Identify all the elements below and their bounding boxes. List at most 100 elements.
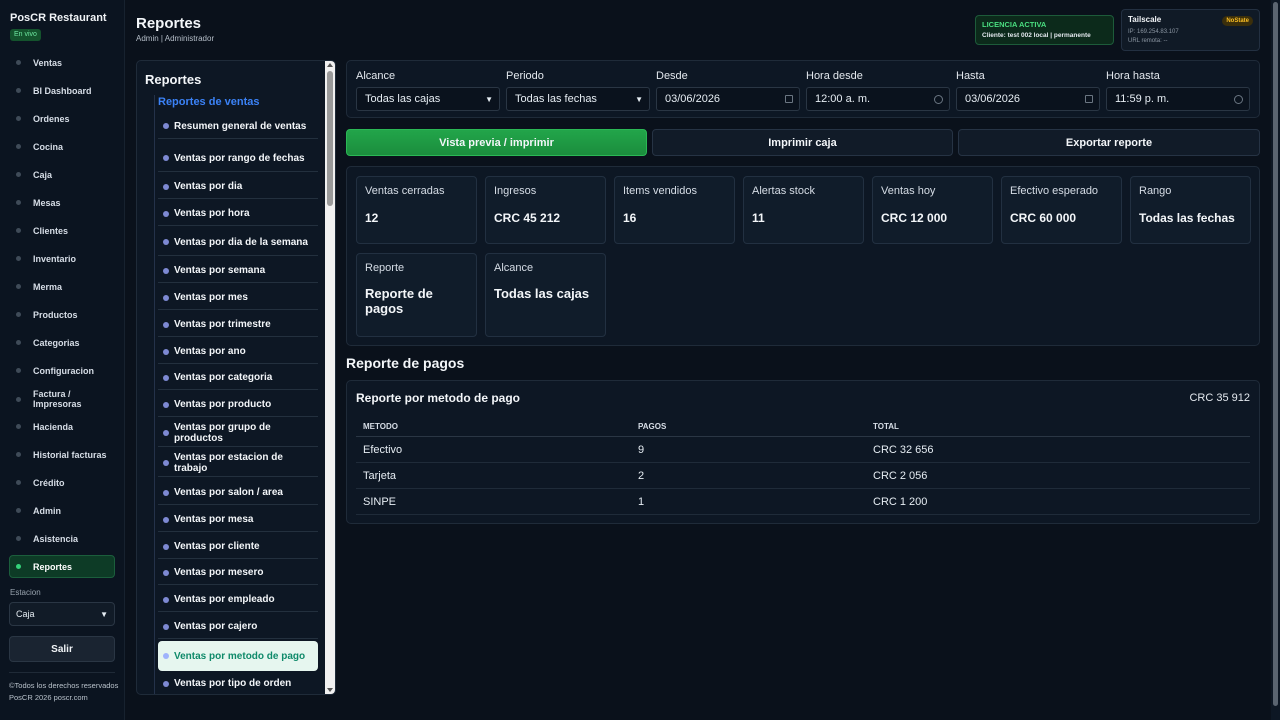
periodo-select[interactable]: Todas las fechas ▼ <box>506 87 650 111</box>
sidebar-item-historial-facturas[interactable]: Historial facturas <box>9 443 115 466</box>
report-item-label: Ventas por rango de fechas <box>174 152 305 164</box>
report-item-label: Ventas por ano <box>174 346 246 357</box>
tailscale-url: URL remota: -- <box>1128 38 1168 44</box>
hasta-date-input[interactable]: 03/06/2026 <box>956 87 1100 111</box>
report-item-label: Ventas por estacion de trabajo <box>174 452 283 474</box>
export-report-button[interactable]: Exportar reporte <box>958 129 1260 156</box>
chevron-down-icon: ▼ <box>635 94 643 104</box>
sidebar-item-clientes[interactable]: Clientes <box>9 219 115 242</box>
dot-icon <box>163 623 169 630</box>
report-item[interactable]: Ventas por semana <box>158 259 318 283</box>
sidebar-item-reportes[interactable]: Reportes <box>9 555 115 578</box>
sidebar-item-merma[interactable]: Merma <box>9 275 115 298</box>
page-scrollbar[interactable] <box>1271 0 1280 720</box>
report-item[interactable]: Ventas por mesa <box>158 508 318 532</box>
table-row: Tarjeta 2 CRC 2 056 <box>356 463 1250 489</box>
dot-icon <box>16 312 21 317</box>
scroll-down-icon[interactable] <box>327 688 333 692</box>
dot-icon <box>16 480 21 485</box>
report-item[interactable]: Ventas por dia de la semana <box>158 229 318 256</box>
station-select[interactable]: Caja ▼ <box>9 602 115 626</box>
report-item[interactable]: Ventas por empleado <box>158 588 318 612</box>
scroll-thumb[interactable] <box>327 71 333 206</box>
report-item[interactable]: Ventas por trimestre <box>158 313 318 337</box>
sidebar-item-configuracion[interactable]: Configuracion <box>9 359 115 382</box>
hora-hasta-input[interactable]: 11:59 p. m. <box>1106 87 1250 111</box>
print-box-button[interactable]: Imprimir caja <box>652 129 953 156</box>
report-item[interactable]: Ventas por ano <box>158 340 318 364</box>
report-item[interactable]: Ventas por metodo de pago <box>158 641 318 671</box>
page-scroll-thumb[interactable] <box>1273 2 1278 706</box>
report-item[interactable]: Resumen general de ventas <box>158 114 318 139</box>
alcance-select[interactable]: Todas las cajas ▼ <box>356 87 500 111</box>
tailscale-card: Tailscale NoState IP: 169.254.83.107 URL… <box>1121 9 1260 51</box>
dot-icon <box>16 452 21 457</box>
hora-desde-input[interactable]: 12:00 a. m. <box>806 87 950 111</box>
column-header-metodo: METODO <box>363 422 398 431</box>
report-item-label: Ventas por grupo de productos <box>174 422 271 444</box>
dot-icon <box>163 155 169 161</box>
sidebar-item-mesas[interactable]: Mesas <box>9 191 115 214</box>
sidebar-item-caja[interactable]: Caja <box>9 163 115 186</box>
sidebar-item-credito[interactable]: Crédito <box>9 471 115 494</box>
report-item[interactable]: Ventas por mes <box>158 286 318 310</box>
filters-panel: Alcance Todas las cajas ▼ Periodo Todas l… <box>346 60 1260 118</box>
reports-scrollbar[interactable] <box>325 61 335 694</box>
sidebar-item-cocina[interactable]: Cocina <box>9 135 115 158</box>
report-item-label: Ventas por salon / area <box>174 487 283 498</box>
license-detail: Cliente: test 002 local | permanente <box>982 32 1091 39</box>
report-item[interactable]: Ventas por salon / area <box>158 481 318 505</box>
dot-icon <box>163 348 169 355</box>
sidebar-item-ventas[interactable]: Ventas <box>9 51 115 74</box>
preview-print-button[interactable]: Vista previa / imprimir <box>346 129 647 156</box>
clock-icon[interactable] <box>1234 94 1243 104</box>
sidebar-item-inventario[interactable]: Inventario <box>9 247 115 270</box>
dot-icon <box>16 564 21 569</box>
report-item[interactable]: Ventas por dia <box>158 175 318 199</box>
dot-icon <box>16 368 21 373</box>
report-item-label: Ventas por trimestre <box>174 319 271 330</box>
kpi-items-vendidos: Items vendidos 16 <box>614 176 735 244</box>
report-item[interactable]: Ventas por estacion de trabajo <box>158 450 318 477</box>
report-group-ventas[interactable]: Reportes de ventas <box>158 96 259 108</box>
calendar-icon[interactable] <box>785 95 793 103</box>
dot-icon <box>16 172 21 177</box>
report-item[interactable]: Ventas por cajero <box>158 615 318 639</box>
group-divider <box>154 95 155 694</box>
calendar-icon[interactable] <box>1085 95 1093 103</box>
report-item[interactable]: Ventas por rango de fechas <box>158 145 318 172</box>
report-item[interactable]: Ventas por tipo de orden <box>158 672 318 694</box>
sidebar-item-hacienda[interactable]: Hacienda <box>9 415 115 438</box>
report-item-label: Ventas por semana <box>174 265 266 276</box>
clock-icon[interactable] <box>934 94 943 104</box>
kpi-efectivo-esperado: Efectivo esperado CRC 60 000 <box>1001 176 1122 244</box>
logout-button[interactable]: Salir <box>9 636 115 662</box>
report-item[interactable]: Ventas por cliente <box>158 535 318 559</box>
report-item-label: Ventas por cliente <box>174 541 260 552</box>
sidebar-item-bi-dashboard[interactable]: BI Dashboard <box>9 79 115 102</box>
reports-panel-title: Reportes <box>145 72 202 87</box>
report-item[interactable]: Ventas por grupo de productos <box>158 420 318 447</box>
sidebar-item-productos[interactable]: Productos <box>9 303 115 326</box>
sidebar-item-admin[interactable]: Admin <box>9 499 115 522</box>
sidebar-item-categorias[interactable]: Categorias <box>9 331 115 354</box>
payments-table-panel: Reporte por metodo de pago CRC 35 912 ME… <box>346 380 1260 524</box>
dot-icon <box>16 88 21 93</box>
report-item[interactable]: Ventas por producto <box>158 393 318 417</box>
scroll-up-icon[interactable] <box>327 63 333 67</box>
report-item[interactable]: Ventas por mesero <box>158 561 318 585</box>
chevron-down-icon: ▼ <box>485 94 493 104</box>
dot-icon <box>163 267 169 274</box>
sidebar-item-ordenes[interactable]: Ordenes <box>9 107 115 130</box>
table-total: CRC 35 912 <box>1189 392 1250 404</box>
report-item[interactable]: Ventas por categoria <box>158 366 318 390</box>
sidebar-item-factura-impresoras[interactable]: Factura / Impresoras <box>9 387 115 411</box>
report-item[interactable]: Ventas por hora <box>158 202 318 226</box>
desde-date-input[interactable]: 03/06/2026 <box>656 87 800 111</box>
tailscale-status-badge: NoState <box>1222 16 1253 26</box>
dot-icon <box>163 239 169 245</box>
sidebar-item-asistencia[interactable]: Asistencia <box>9 527 115 550</box>
table-header: METODO PAGOS TOTAL <box>356 417 1250 437</box>
dot-icon <box>163 653 169 659</box>
table-row: SINPE 1 CRC 1 200 <box>356 489 1250 515</box>
